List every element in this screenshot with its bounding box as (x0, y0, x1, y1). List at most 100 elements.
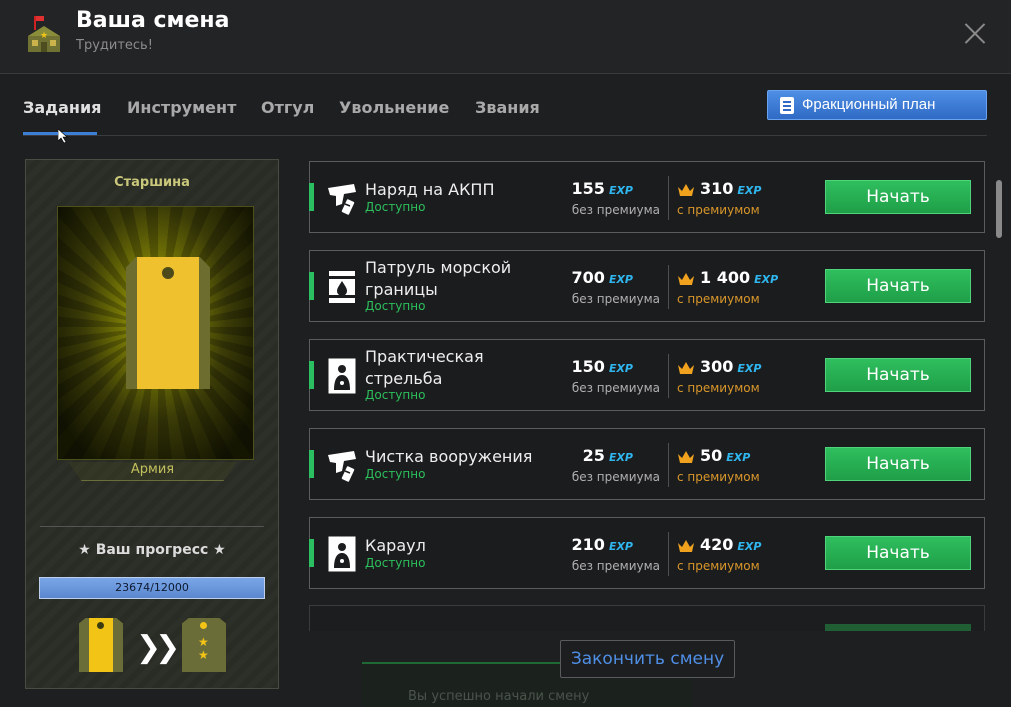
exp-label: EXP (737, 362, 762, 375)
pistol-icon (326, 178, 358, 218)
finish-shift-button[interactable]: Закончить смену (560, 640, 735, 678)
start-task-button[interactable]: Начать (825, 180, 971, 214)
toast-message: Вы успешно начали смену (408, 689, 590, 704)
task-name: Караул (365, 536, 426, 555)
rank-epaulette-icon (126, 257, 210, 389)
base-caption: без премиума (571, 470, 660, 484)
exp-label: EXP (737, 540, 762, 553)
progress-bar: 23674/12000 (39, 577, 265, 599)
base-exp-value: 150 EXP (571, 357, 633, 376)
premium-caption: с премиумом (677, 203, 760, 217)
pistol-icon (326, 445, 358, 485)
scrollbar-thumb[interactable] (996, 180, 1002, 238)
svg-text:★: ★ (40, 31, 48, 41)
task-status: Доступно (365, 200, 426, 214)
tab-tasks[interactable]: Задания (23, 98, 101, 117)
task-row: Патруль морской границы Доступно 700 EXP без… (309, 250, 985, 322)
divider (40, 526, 264, 527)
military-base-icon: ★ (28, 16, 60, 52)
premium-exp-value: 310 EXP (700, 179, 762, 198)
task-status: Доступно (365, 299, 426, 313)
task-status: Доступно (365, 467, 426, 481)
task-name: Патруль морской границы (365, 258, 512, 299)
task-row: Чистка вооружения Доступно 25 EXP без премиу… (309, 428, 985, 500)
start-task-button[interactable]: Начать (825, 358, 971, 392)
progress-title: ★ Ваш прогресс ★ (78, 542, 226, 558)
window-subtitle: Трудитесь! (76, 38, 153, 53)
exp-label: EXP (608, 540, 633, 553)
separator (668, 265, 669, 309)
task-row-partial (309, 605, 985, 631)
premium-caption: с премиумом (677, 381, 760, 395)
available-marker (309, 539, 314, 567)
exp-label: EXP (726, 451, 751, 464)
separator (668, 532, 669, 576)
exp-label: EXP (754, 273, 779, 286)
premium-exp-value: 420 EXP (700, 535, 762, 554)
base-exp-value: 25 EXP (582, 446, 633, 465)
base-caption: без премиума (571, 292, 660, 306)
shooting-target-icon (326, 534, 358, 574)
base-exp-value: 155 EXP (571, 179, 633, 198)
task-row: Наряд на АКПП Доступно 155 EXP без премиума 3… (309, 161, 985, 233)
base-exp-value: 210 EXP (571, 535, 633, 554)
exp-label: EXP (608, 184, 633, 197)
current-rank-epaulette-icon (79, 618, 123, 672)
faction-plan-label: Фракционный план (802, 96, 936, 113)
crown-icon (678, 184, 694, 196)
tab-ranks[interactable]: Звания (475, 98, 540, 117)
tab-dismissal[interactable]: Увольнение (339, 98, 449, 117)
base-exp-value: 700 EXP (571, 268, 633, 287)
task-row: Караул Доступно 210 EXP без премиума 420 EXP с … (309, 517, 985, 589)
available-marker (309, 450, 314, 478)
available-marker (309, 183, 314, 211)
exp-label: EXP (737, 184, 762, 197)
premium-caption: с премиумом (677, 292, 760, 306)
faction-name: Армия (130, 462, 175, 477)
rank-card (57, 206, 254, 460)
separator (668, 176, 669, 220)
start-task-button[interactable]: Начать (825, 447, 971, 481)
crown-icon (678, 273, 694, 285)
faction-ribbon: Армия (68, 462, 237, 484)
checklist-icon (780, 97, 794, 114)
rank-name: Старшина (114, 175, 190, 190)
base-caption: без премиума (571, 381, 660, 395)
task-row: Практическая стрельба Доступно 150 EXP без п… (309, 339, 985, 411)
faction-plan-button[interactable]: Фракционный план (767, 90, 987, 120)
close-icon[interactable] (960, 18, 990, 48)
premium-caption: с премиумом (677, 559, 760, 573)
task-name: Практическая стрельба (365, 347, 484, 388)
premium-exp-value: 50 EXP (700, 446, 751, 465)
premium-exp-value: 300 EXP (700, 357, 762, 376)
mouse-cursor-icon (58, 129, 68, 143)
start-button-partial (825, 624, 971, 631)
separator (668, 354, 669, 398)
rank-panel: Старшина Армия ★ Ваш прогресс ★ 23674/12… (25, 159, 279, 689)
tab-day-off[interactable]: Отгул (261, 98, 314, 117)
start-task-button[interactable]: Начать (825, 269, 971, 303)
base-caption: без премиума (571, 203, 660, 217)
crown-icon (678, 362, 694, 374)
next-rank-epaulette-icon: ★ ★ (182, 618, 226, 672)
separator (668, 443, 669, 487)
base-caption: без премиума (571, 559, 660, 573)
task-name: Чистка вооружения (365, 447, 533, 466)
available-marker (309, 272, 314, 300)
progress-text: 23674/12000 (115, 581, 189, 594)
exp-label: EXP (608, 451, 633, 464)
exp-label: EXP (608, 273, 633, 286)
premium-caption: с премиумом (677, 470, 760, 484)
available-marker (309, 361, 314, 389)
premium-exp-value: 1 400 EXP (700, 268, 779, 287)
oil-barrel-icon (326, 267, 358, 307)
task-status: Доступно (365, 556, 426, 570)
exp-label: EXP (608, 362, 633, 375)
window-header: ★ Ваша смена Трудитесь! (0, 0, 1011, 74)
shooting-target-icon (326, 356, 358, 396)
crown-icon (678, 451, 694, 463)
start-task-button[interactable]: Начать (825, 536, 971, 570)
tab-tools[interactable]: Инструмент (127, 98, 236, 117)
window-title: Ваша смена (76, 8, 230, 33)
double-chevron-right-icon: ❯❯ (136, 630, 180, 665)
